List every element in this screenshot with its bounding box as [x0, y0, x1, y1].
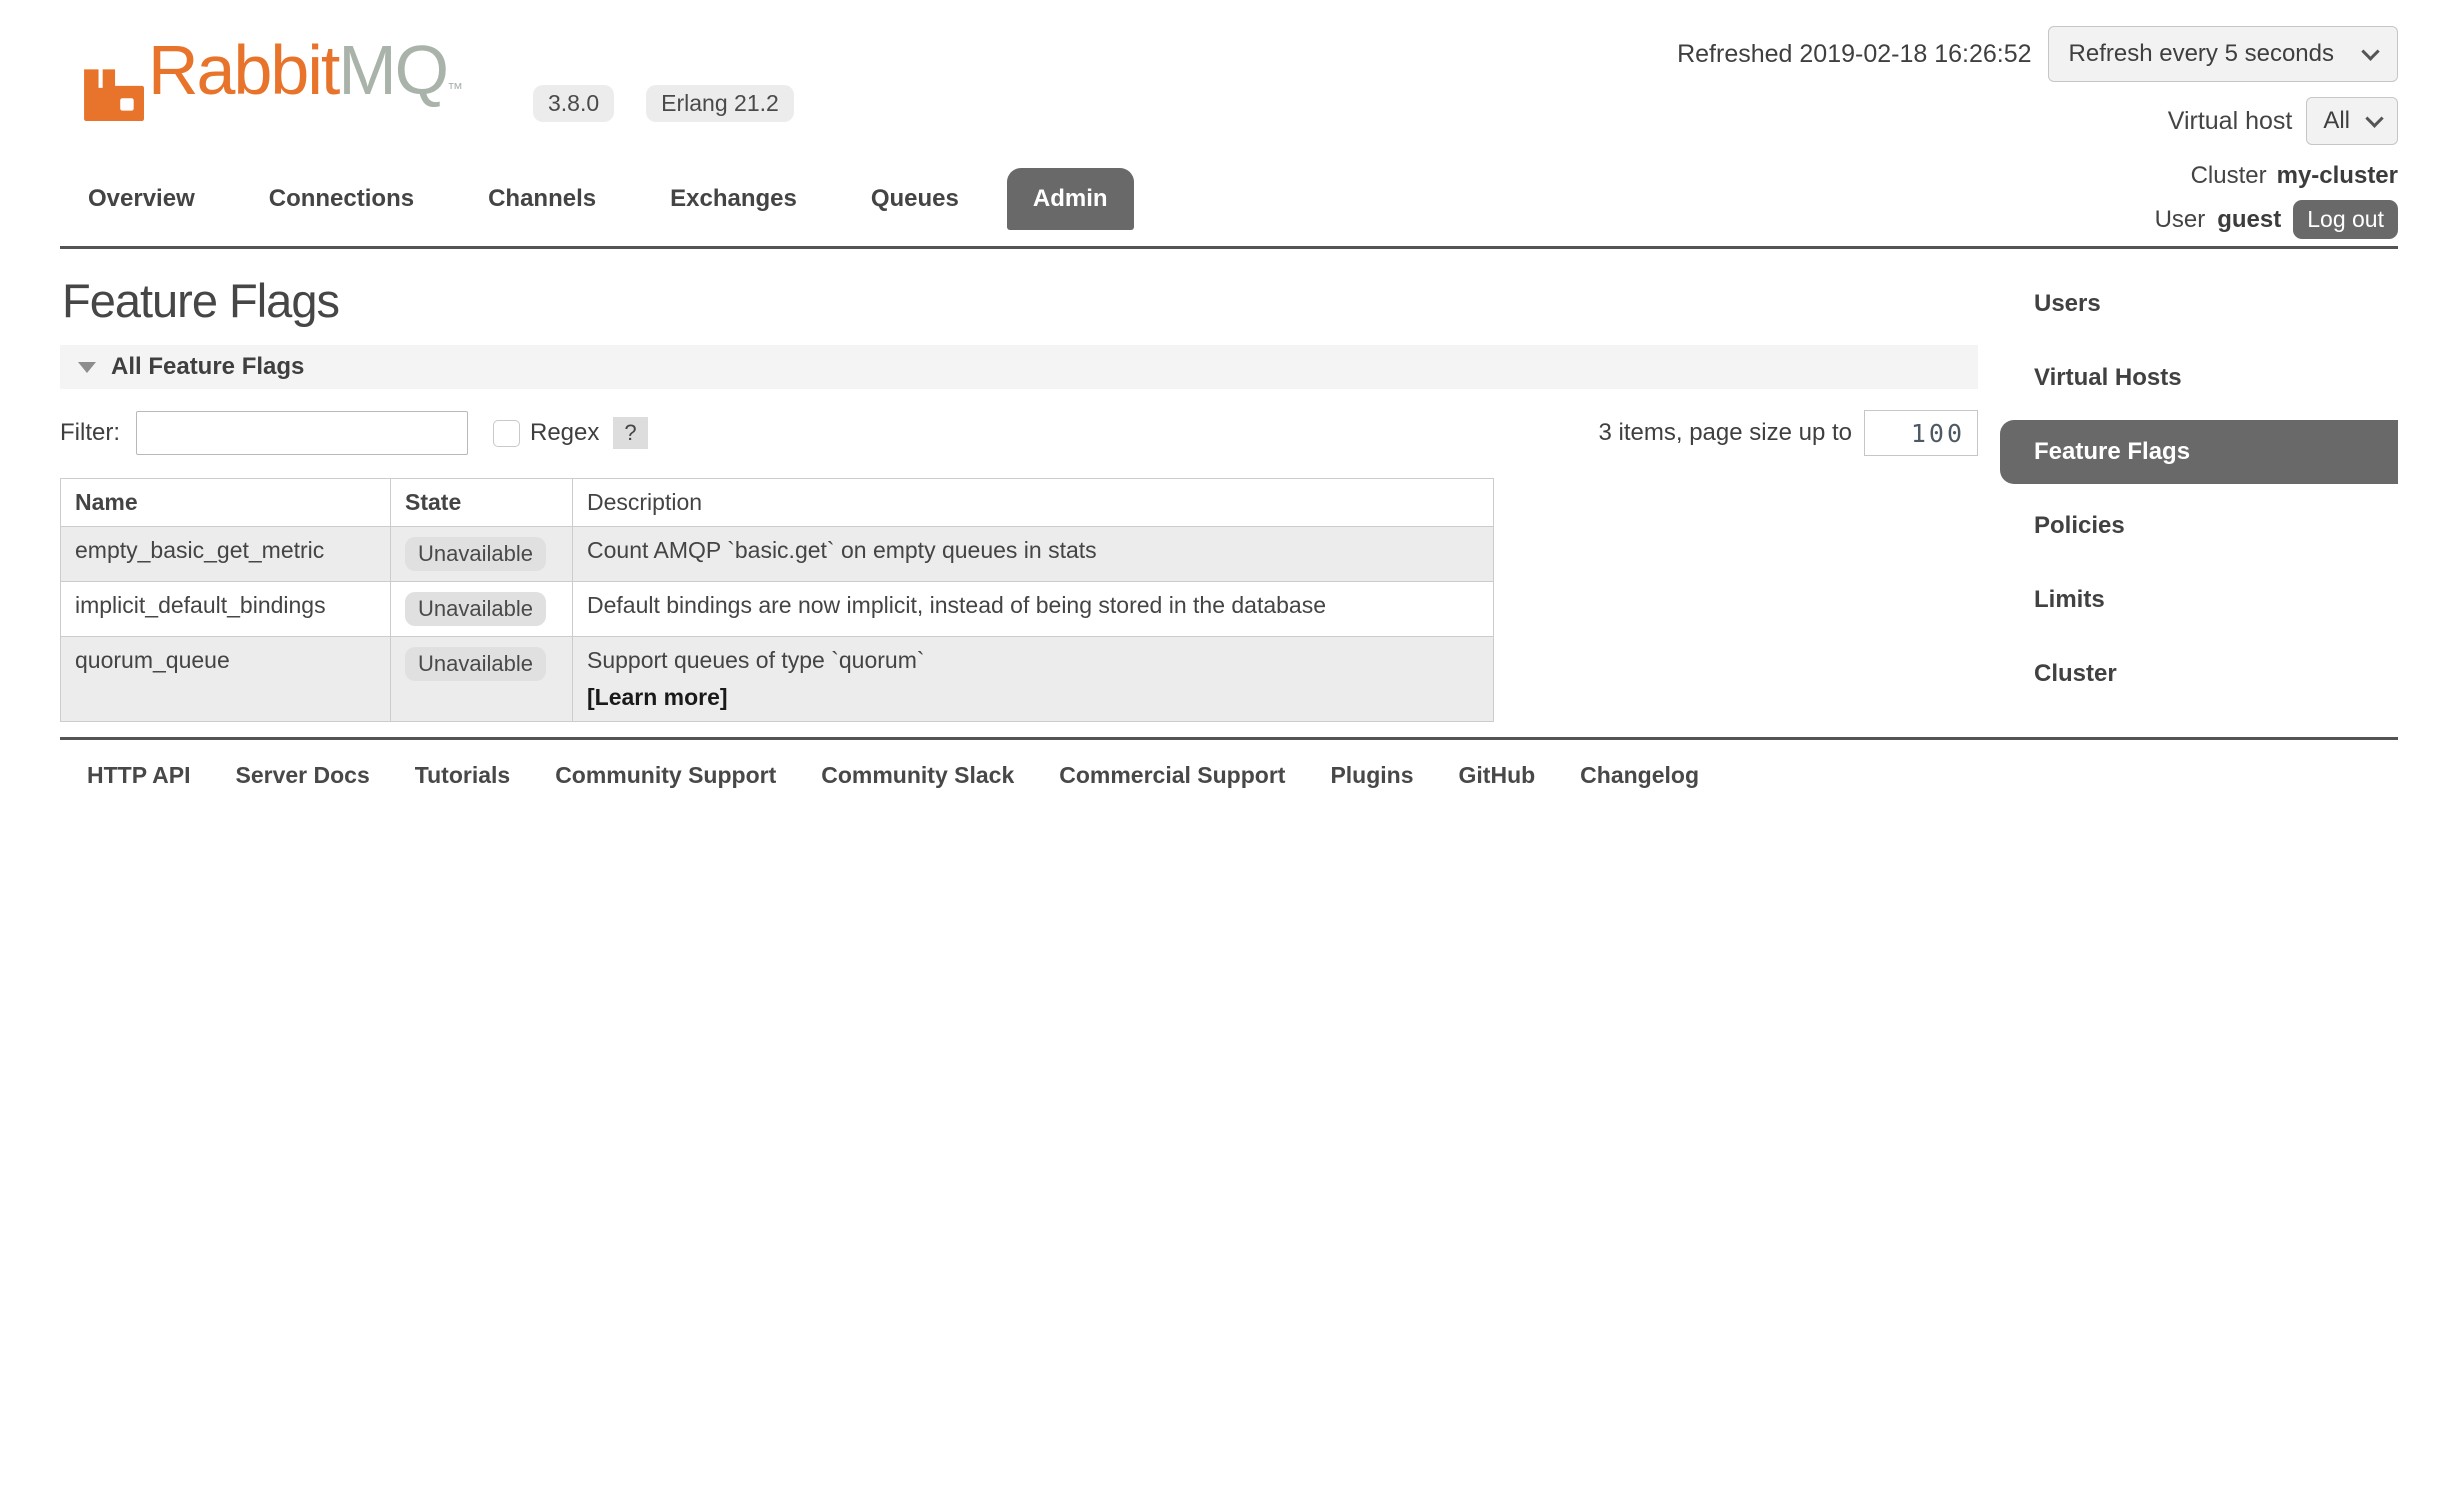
nav-tab-connections[interactable]: Connections: [243, 168, 440, 230]
cluster-label: Cluster: [2191, 162, 2267, 190]
logout-button[interactable]: Log out: [2293, 200, 2398, 239]
nav-divider: [60, 246, 2398, 249]
footer-link-github[interactable]: GitHub: [1459, 762, 1536, 789]
cluster-name: my-cluster: [2277, 162, 2398, 190]
flag-name: empty_basic_get_metric: [61, 527, 391, 582]
main-nav: Overview Connections Channels Exchanges …: [62, 168, 1156, 230]
regex-help-button[interactable]: ?: [613, 417, 647, 449]
nav-tab-admin[interactable]: Admin: [1007, 168, 1134, 230]
brand-text: RabbitMQ™: [148, 38, 463, 122]
table-row: quorum_queue Unavailable Support queues …: [61, 637, 1494, 722]
page-title: Feature Flags: [62, 273, 1978, 328]
column-header-name: Name: [61, 479, 391, 527]
footer-divider: [60, 737, 2398, 740]
items-summary: 3 items, page size up to: [1599, 419, 1852, 447]
filter-row: Filter: Regex ? 3 items, page size up to: [60, 410, 1978, 456]
footer-link-http-api[interactable]: HTTP API: [87, 762, 191, 789]
footer-links: HTTP API Server Docs Tutorials Community…: [87, 762, 1699, 789]
nav-tab-exchanges[interactable]: Exchanges: [644, 168, 823, 230]
footer-link-community-slack[interactable]: Community Slack: [821, 762, 1014, 789]
sidebar-item-policies[interactable]: Policies: [2000, 489, 2398, 563]
footer-link-tutorials[interactable]: Tutorials: [415, 762, 510, 789]
page-size-input[interactable]: [1864, 410, 1978, 456]
version-badge: 3.8.0: [533, 85, 614, 122]
status-badge: Unavailable: [405, 592, 546, 626]
column-header-state: State: [391, 479, 573, 527]
status-badge: Unavailable: [405, 647, 546, 681]
flag-description: Support queues of type `quorum`: [587, 647, 925, 673]
filter-input[interactable]: [136, 411, 468, 455]
admin-sidebar: Users Virtual Hosts Feature Flags Polici…: [2000, 265, 2398, 711]
virtual-host-label: Virtual host: [2168, 107, 2293, 136]
regex-checkbox[interactable]: [493, 420, 520, 447]
nav-tab-overview[interactable]: Overview: [62, 168, 221, 230]
nav-tab-channels[interactable]: Channels: [462, 168, 622, 230]
refreshed-timestamp: Refreshed 2019-02-18 16:26:52: [1677, 40, 2031, 69]
table-header-row: Name State Description: [61, 479, 1494, 527]
sidebar-item-users[interactable]: Users: [2000, 267, 2398, 341]
footer-link-commercial-support[interactable]: Commercial Support: [1059, 762, 1285, 789]
sidebar-item-cluster[interactable]: Cluster: [2000, 637, 2398, 711]
rabbitmq-management-page: RabbitMQ™ 3.8.0 Erlang 21.2 Refreshed 20…: [0, 0, 2458, 1492]
refresh-interval-select[interactable]: Refresh every 5 seconds: [2048, 26, 2398, 82]
rabbitmq-logo[interactable]: RabbitMQ™: [82, 38, 463, 122]
section-header-all-feature-flags[interactable]: All Feature Flags: [60, 345, 1978, 389]
table-row: implicit_default_bindings Unavailable De…: [61, 582, 1494, 637]
sidebar-item-limits[interactable]: Limits: [2000, 563, 2398, 637]
flag-description: Count AMQP `basic.get` on empty queues i…: [573, 527, 1494, 582]
username: guest: [2217, 206, 2281, 234]
chevron-down-icon: [2365, 109, 2383, 127]
nav-tab-queues[interactable]: Queues: [845, 168, 985, 230]
header-status-area: Refreshed 2019-02-18 16:26:52 Refresh ev…: [1677, 26, 2398, 239]
footer-link-changelog[interactable]: Changelog: [1580, 762, 1699, 789]
collapse-triangle-icon: [78, 362, 96, 373]
column-header-description: Description: [573, 479, 1494, 527]
version-badges: 3.8.0 Erlang 21.2: [533, 85, 794, 122]
footer-link-community-support[interactable]: Community Support: [555, 762, 776, 789]
table-row: empty_basic_get_metric Unavailable Count…: [61, 527, 1494, 582]
user-label: User: [2155, 206, 2206, 234]
flag-name: implicit_default_bindings: [61, 582, 391, 637]
regex-label: Regex: [530, 419, 599, 447]
flag-description: Default bindings are now implicit, inste…: [573, 582, 1494, 637]
feature-flags-table: Name State Description empty_basic_get_m…: [60, 478, 1494, 722]
virtual-host-select[interactable]: All: [2306, 97, 2398, 145]
section-title: All Feature Flags: [111, 353, 304, 381]
filter-label: Filter:: [60, 419, 120, 447]
footer-link-server-docs[interactable]: Server Docs: [236, 762, 370, 789]
status-badge: Unavailable: [405, 537, 546, 571]
learn-more-link[interactable]: [Learn more]: [587, 684, 728, 711]
main-content: Feature Flags All Feature Flags Filter: …: [60, 265, 1978, 722]
erlang-badge: Erlang 21.2: [646, 85, 794, 122]
chevron-down-icon: [2361, 42, 2379, 60]
flag-name: quorum_queue: [61, 637, 391, 722]
sidebar-item-virtual-hosts[interactable]: Virtual Hosts: [2000, 341, 2398, 415]
sidebar-item-feature-flags[interactable]: Feature Flags: [2000, 420, 2398, 484]
footer-link-plugins[interactable]: Plugins: [1330, 762, 1413, 789]
rabbit-icon: [82, 58, 144, 122]
